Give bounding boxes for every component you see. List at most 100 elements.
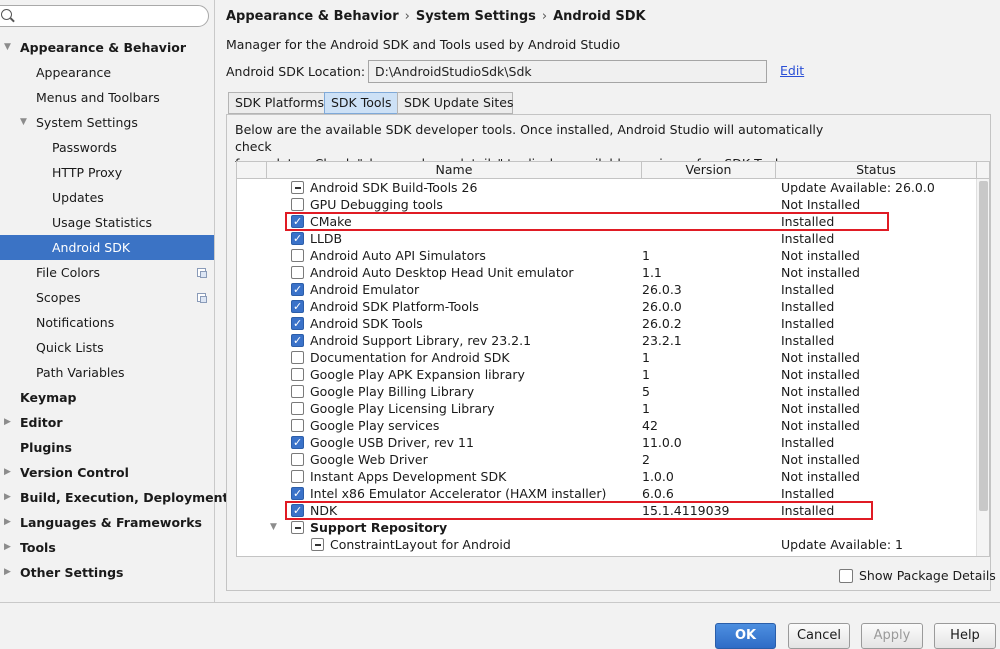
cell-name: Google Play APK Expansion library <box>310 367 525 382</box>
cell-version: 26.0.0 <box>642 299 682 314</box>
sidebar-item[interactable]: Quick Lists <box>0 335 214 360</box>
row-checkbox[interactable] <box>291 266 304 279</box>
apply-button[interactable]: Apply <box>861 623 923 649</box>
sidebar-item[interactable]: HTTP Proxy <box>0 160 214 185</box>
ok-button[interactable]: OK <box>715 623 776 649</box>
expand-right-icon[interactable]: ▶ <box>4 535 14 560</box>
table-row[interactable]: Instant Apps Development SDK 1.0.0 Not ins… <box>237 468 977 485</box>
table-row[interactable]: LLDB Installed <box>237 230 977 247</box>
sidebar-item[interactable]: ▶ Build, Execution, Deployment <box>0 485 228 510</box>
column-header-name[interactable]: Name <box>267 162 642 179</box>
sidebar-item[interactable]: Plugins <box>0 435 214 460</box>
table-row[interactable]: Google Play Licensing Library 1 Not instal… <box>237 400 977 417</box>
expand-down-icon[interactable]: ▼ <box>4 35 14 60</box>
table-row[interactable]: Intel x86 Emulator Accelerator (HAXM ins… <box>237 485 977 502</box>
expand-right-icon[interactable]: ▶ <box>4 460 14 485</box>
tab-sdk-platforms[interactable]: SDK Platforms <box>228 92 325 114</box>
row-checkbox[interactable] <box>291 402 304 415</box>
sidebar-item-label: Appearance <box>36 65 112 80</box>
expand-down-icon[interactable]: ▼ <box>270 519 277 536</box>
search-input[interactable] <box>0 5 209 27</box>
show-package-details-label: Show Package Details <box>859 568 996 583</box>
column-header-version[interactable]: Version <box>642 162 776 179</box>
row-checkbox[interactable] <box>291 385 304 398</box>
sidebar-item[interactable]: Updates <box>0 185 214 210</box>
table-row[interactable]: GPU Debugging tools Not Installed <box>237 196 977 213</box>
row-checkbox[interactable] <box>291 181 304 194</box>
table-row[interactable]: ConstraintLayout for Android Update Avail… <box>237 536 977 553</box>
row-checkbox[interactable] <box>291 470 304 483</box>
sidebar-item[interactable]: Keymap <box>0 385 214 410</box>
settings-sidebar: ▼ Appearance & Behavior Appearance Menus an… <box>0 0 228 602</box>
cell-name: Documentation for Android SDK <box>310 350 510 365</box>
table-row[interactable]: Google Play APK Expansion library 1 Not in… <box>237 366 977 383</box>
row-checkbox[interactable] <box>291 198 304 211</box>
row-checkbox[interactable] <box>291 351 304 364</box>
sidebar-item[interactable]: ▶ Editor <box>0 410 214 435</box>
column-header-status[interactable]: Status <box>776 162 977 179</box>
table-row[interactable]: Google Web Driver 2 Not installed <box>237 451 977 468</box>
row-checkbox[interactable] <box>291 334 304 347</box>
cell-name: Instant Apps Development SDK <box>310 469 507 484</box>
edit-location-link[interactable]: Edit <box>780 63 804 78</box>
table-row[interactable]: Android SDK Platform-Tools 26.0.0 Installe… <box>237 298 977 315</box>
tab-sdk-update-sites[interactable]: SDK Update Sites <box>397 92 514 114</box>
sidebar-item[interactable]: ▶ Version Control <box>0 460 214 485</box>
sdk-location-field[interactable]: D:\AndroidStudioSdk\Sdk <box>368 60 767 83</box>
sidebar-item[interactable]: ▶ Tools <box>0 535 214 560</box>
table-row[interactable]: Google USB Driver, rev 11 11.0.0 Installed <box>237 434 977 451</box>
table-row[interactable]: Google Play Billing Library 5 Not installe… <box>237 383 977 400</box>
help-button[interactable]: Help <box>934 623 996 649</box>
table-row[interactable]: Documentation for Android SDK 1 Not instal… <box>237 349 977 366</box>
table-row[interactable]: Android SDK Tools 26.0.2 Installed <box>237 315 977 332</box>
show-package-details[interactable]: Show Package Details <box>839 568 996 583</box>
row-checkbox[interactable] <box>291 249 304 262</box>
row-checkbox[interactable] <box>291 283 304 296</box>
row-checkbox[interactable] <box>291 317 304 330</box>
sidebar-item[interactable]: Usage Statistics <box>0 210 214 235</box>
row-checkbox[interactable] <box>291 521 304 534</box>
sidebar-item[interactable]: File Colors <box>0 260 214 285</box>
expand-right-icon[interactable]: ▶ <box>4 485 14 510</box>
table-row[interactable]: Android Support Library, rev 23.2.1 23.2.… <box>237 332 977 349</box>
row-checkbox[interactable] <box>291 436 304 449</box>
vertical-scrollbar[interactable] <box>976 179 989 556</box>
expand-right-icon[interactable]: ▶ <box>4 560 14 585</box>
expand-right-icon[interactable]: ▶ <box>4 510 14 535</box>
sidebar-item[interactable]: Android SDK <box>0 235 214 260</box>
tab-sdk-tools[interactable]: SDK Tools <box>324 92 398 114</box>
table-row[interactable]: Android Auto Desktop Head Unit emulator 1… <box>237 264 977 281</box>
row-checkbox[interactable] <box>291 487 304 500</box>
sidebar-item[interactable]: Passwords <box>0 135 214 160</box>
cell-name: Android Auto API Simulators <box>310 248 486 263</box>
sidebar-item[interactable]: ▼ Appearance & Behavior <box>0 35 214 60</box>
cell-version: 1 <box>642 350 650 365</box>
sidebar-item-label: Version Control <box>20 465 129 480</box>
sidebar-item[interactable]: Notifications <box>0 310 214 335</box>
sidebar-item[interactable]: ▼ System Settings <box>0 110 214 135</box>
expand-down-icon[interactable]: ▼ <box>20 110 30 135</box>
table-row[interactable]: Android SDK Build-Tools 26 Update Availab… <box>237 179 977 196</box>
table-row[interactable]: Android Auto API Simulators 1 Not installe… <box>237 247 977 264</box>
show-package-details-checkbox[interactable] <box>839 569 853 583</box>
scrollbar-thumb[interactable] <box>979 181 988 511</box>
row-checkbox[interactable] <box>291 453 304 466</box>
table-row[interactable]: Android Emulator 26.0.3 Installed <box>237 281 977 298</box>
dialog-button-bar: OK Cancel Apply Help <box>0 602 1000 649</box>
sidebar-item[interactable]: Scopes <box>0 285 214 310</box>
sidebar-item[interactable]: ▶ Other Settings <box>0 560 214 585</box>
expand-right-icon[interactable]: ▶ <box>4 410 14 435</box>
row-checkbox[interactable] <box>291 368 304 381</box>
sidebar-item[interactable]: Appearance <box>0 60 214 85</box>
table-row[interactable]: ▼ Support Repository <box>237 519 977 536</box>
cancel-button[interactable]: Cancel <box>788 623 850 649</box>
main-content: Appearance & Behavior › System Settings › An… <box>216 0 1000 602</box>
row-checkbox[interactable] <box>311 538 324 551</box>
sidebar-item[interactable]: ▶ Languages & Frameworks <box>0 510 214 535</box>
table-row[interactable]: Google Play services 42 Not installed <box>237 417 977 434</box>
row-checkbox[interactable] <box>291 419 304 432</box>
sidebar-item[interactable]: Menus and Toolbars <box>0 85 214 110</box>
row-checkbox[interactable] <box>291 300 304 313</box>
row-checkbox[interactable] <box>291 232 304 245</box>
sidebar-item[interactable]: Path Variables <box>0 360 214 385</box>
